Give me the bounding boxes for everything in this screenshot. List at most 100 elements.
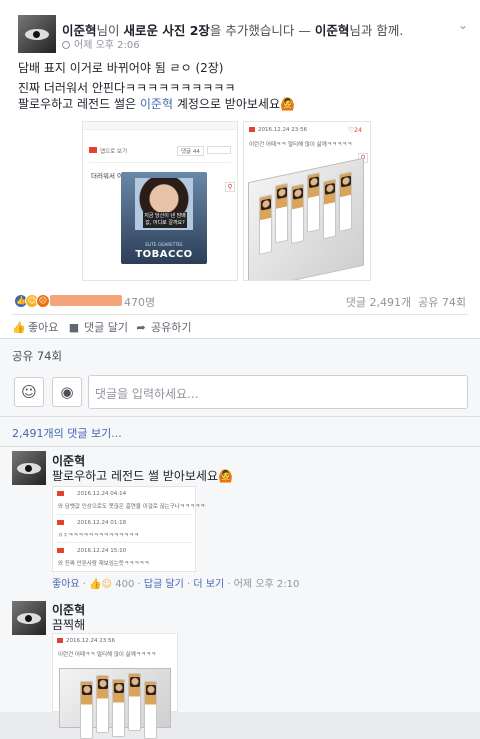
- comments-section: 이준혁 팔로우하고 레전드 썰 받아보세요🙆 2016.12.24 04:14 …: [0, 447, 480, 739]
- with-tail: 님과 함께.: [349, 23, 404, 38]
- redacted-names: [50, 295, 122, 306]
- magnifier-icon: ⚲: [225, 182, 235, 192]
- post-line-1: 담배 표지 이거로 바뀌어야 됨 ㄹㅇ (2장): [18, 61, 224, 75]
- photo2-date: 2016.12.24 23:56: [258, 127, 308, 133]
- post-line-3: 팔로우하고 레전드 썰은 이준혁 계정으로 받아보세요🙆: [18, 96, 468, 112]
- angry-reaction-icon: ☹: [36, 294, 50, 308]
- cigarette-box-image: [248, 157, 364, 280]
- comment-label: 댓글 달기: [84, 321, 128, 334]
- cigarette-1: [259, 194, 272, 255]
- pack-small-text: ELITE CIGARETTES: [145, 242, 183, 247]
- cigarette-4: [307, 172, 320, 233]
- shot-divider: [56, 542, 192, 543]
- post-photo-1[interactable]: 앱으로 보기 댓글 44 더러워서 이제도 안삽도 ⚲ 지금 당신이 낸 담배값…: [82, 121, 238, 281]
- comment-input[interactable]: 댓글을 입력하세요...: [88, 375, 468, 409]
- chevron-down-icon[interactable]: ⌄: [458, 18, 468, 32]
- actions-divider: [12, 314, 468, 315]
- camera-icon: ◉: [60, 383, 74, 401]
- comment-screenshot[interactable]: 2016.12.24 04:14 와 담뱃값 인상으로도 못끊은 흡연율 이걸로…: [52, 486, 205, 572]
- reaction-count[interactable]: 470명: [124, 294, 155, 310]
- post-card: 이준혁님이 새로운 사진 2장을 추가했습니다 — 이준혁님과 함께. 어제 오…: [0, 0, 480, 372]
- shot-row3-date: 2016.12.24 15:10: [77, 548, 127, 554]
- share-arrow-icon: ➦: [136, 321, 146, 334]
- emoji-button[interactable]: ☺: [14, 377, 44, 407]
- comment-icon: ■: [68, 321, 80, 334]
- post-line-2: 진짜 더러워서 안핀다ㅋㅋㅋㅋㅋㅋㅋㅋㅋㅋ: [18, 81, 236, 95]
- comment-button[interactable]: ■ 댓글 달기: [68, 319, 128, 335]
- shot-row2-text: ㅇㅈㅋㅋㅋㅋㅋㅋㅋㅋㅋㅋㅋㅋㅋㅋ: [58, 533, 139, 539]
- cigarette-4: [128, 673, 141, 731]
- shot-divider: [56, 514, 192, 515]
- cigarette-2: [96, 675, 109, 733]
- photo2-text: 이런건 어때ㅋㅋ 멀티해 많이 삶께ㅋㅋㅋㅋㅋ: [249, 142, 353, 148]
- photo1-pill-1: 댓글 44: [177, 146, 204, 156]
- view-more-comments-label: 2,491개의 댓글 보기...: [12, 427, 122, 440]
- comment-more-link[interactable]: 더 보기: [193, 579, 224, 590]
- cigarette-5: [144, 681, 157, 739]
- cigarette-6: [339, 171, 352, 232]
- comment-reply-link[interactable]: 답글 달기: [144, 579, 184, 590]
- comment-count[interactable]: 댓글 2,491개: [346, 296, 411, 309]
- comment-time[interactable]: 어제 오후 2:10: [234, 579, 300, 590]
- comment-like-link[interactable]: 좋아요: [52, 579, 80, 590]
- cigarette-3: [112, 679, 125, 737]
- app-logo-icon: [57, 548, 64, 553]
- comment-like-count[interactable]: 400: [115, 579, 134, 590]
- cigarette-box-image: [59, 668, 171, 739]
- shot-row3-text: 와 진짜 안핀사람 재보임는듯ㅋㅋㅋㅋㅋ: [58, 561, 150, 567]
- app-logo-icon: [57, 520, 64, 525]
- tagged-name[interactable]: 이준혁: [315, 23, 350, 38]
- shot-text: 이런건 어때ㅋㅋ 멀티해 많이 삶께ㅋㅋㅋㅋ: [58, 652, 157, 658]
- globe-icon: [62, 41, 70, 49]
- pack-brand: TOBACCO: [135, 249, 193, 260]
- emoji-icon: ☺: [21, 383, 37, 401]
- shot-row2-date: 2016.12.24 01:18: [77, 520, 127, 526]
- author-avatar[interactable]: [18, 15, 56, 53]
- post-time-text: 어제 오후 2:06: [74, 40, 140, 51]
- share-summary[interactable]: 공유 74회: [0, 338, 480, 372]
- photo1-top-label: 앱으로 보기: [100, 149, 128, 155]
- comment-meta: 좋아요 · 👍☺ 400 · 답글 달기 · 더 보기 · 어제 오후 2:10: [52, 579, 300, 590]
- comment-text: 팔로우하고 레전드 썰 받아보세요🙆: [52, 469, 233, 483]
- photo2-count: ♡24: [348, 126, 362, 134]
- share-button[interactable]: ➦ 공유하기: [135, 319, 191, 335]
- commenter-avatar[interactable]: [12, 601, 46, 635]
- shot-row1-text: 와 담뱃값 인상으로도 못끊은 흡연율 이걸로 끊는구나ㅋㅋㅋㅋㅋ: [58, 504, 206, 510]
- share-label: 공유하기: [151, 321, 192, 334]
- mention-link[interactable]: 이준혁: [140, 97, 173, 111]
- like-reaction-icon: 👍: [89, 579, 102, 590]
- comment-bar: ☺ ◉ 댓글을 입력하세요...: [0, 372, 480, 417]
- line3-pre: 팔로우하고 레전드 썰은: [18, 97, 137, 111]
- photo1-pill-2: [207, 146, 231, 154]
- warning-text: 지금 당신이 낸 담배값, 어디로 갈까요?: [143, 212, 187, 228]
- line3-post: 계정으로 받아보세요🙆: [176, 97, 295, 111]
- share-count[interactable]: 공유 74회: [418, 296, 466, 309]
- thumbs-up-icon: 👍: [12, 321, 26, 334]
- share-summary-text: 공유 74회: [12, 349, 63, 363]
- post-time[interactable]: 어제 오후 2:06: [62, 36, 140, 51]
- action-tail: 을 추가했습니다 —: [209, 23, 311, 38]
- view-more-comments[interactable]: 2,491개의 댓글 보기...: [0, 417, 480, 447]
- post-photo-2[interactable]: 2016.12.24 23:56 ♡24 이런건 어때ㅋㅋ 멀티해 많이 삶께ㅋ…: [243, 121, 371, 281]
- shot-row1-date: 2016.12.24 04:14: [77, 491, 127, 497]
- photo1-divider: [89, 162, 231, 163]
- cigarette-3: [291, 183, 304, 245]
- shot-date: 2016.12.24 23:56: [66, 638, 116, 644]
- comment-screenshot[interactable]: 2016.12.24 23:56 이런건 어때ㅋㅋ 멀티해 많이 삶께ㅋㅋㅋㅋ: [52, 633, 178, 739]
- post-body: 담배 표지 이거로 바뀌어야 됨 ㄹㅇ (2장) 진짜 더러워서 안핀다ㅋㅋㅋㅋ…: [18, 60, 468, 112]
- post-stats: 댓글 2,491개 공유 74회: [346, 294, 466, 310]
- like-button[interactable]: 👍 좋아요: [12, 319, 58, 335]
- photo2-count-text: 24: [353, 126, 363, 134]
- commenter-avatar[interactable]: [12, 451, 46, 485]
- camera-button[interactable]: ◉: [52, 377, 82, 407]
- haha-reaction-icon: ☺: [101, 579, 113, 590]
- cigarette-1: [80, 681, 93, 739]
- cigarette-2: [275, 182, 288, 244]
- cigarette-pack-image: 지금 당신이 낸 담배값, 어디로 갈까요? ELITE CIGARETTES …: [121, 172, 207, 264]
- app-logo-icon: [57, 491, 64, 496]
- app-logo-icon: [89, 147, 97, 153]
- comment-text: 끔찍해: [52, 618, 86, 632]
- photo1-statusbar: [83, 122, 237, 130]
- cigarette-5: [323, 178, 336, 240]
- app-logo-icon: [249, 127, 255, 132]
